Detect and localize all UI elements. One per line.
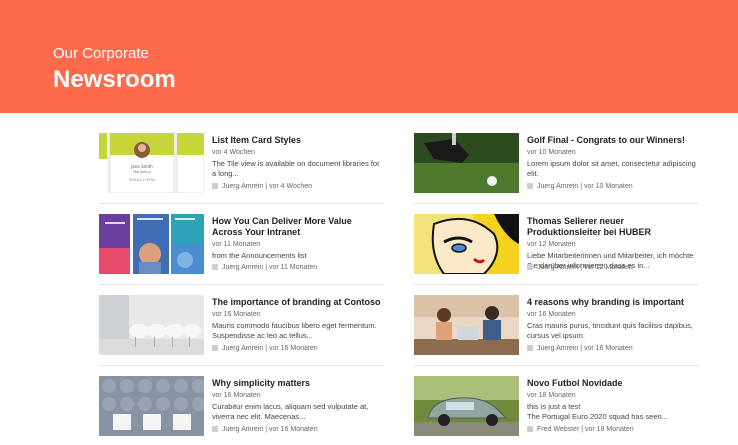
- news-description: Mauris commodo faucibus libero eget ferm…: [212, 321, 377, 340]
- tile-person-name: Jane Smith: [130, 164, 153, 169]
- news-date: vor 16 Monaten: [212, 392, 261, 399]
- branding-chairs-image: [99, 295, 204, 355]
- news-author[interactable]: Juerg Amrein: [537, 183, 578, 190]
- news-title[interactable]: The importance of branding at Contoso: [212, 297, 384, 308]
- news-meta-date: vor 10 Monaten: [583, 183, 633, 190]
- news-meta: Fred Webster | vor 18 Monaten: [527, 425, 634, 434]
- news-meta-date: vor 16 Monaten: [268, 345, 318, 352]
- news-title[interactable]: Novo Futbol Novidade: [527, 378, 699, 389]
- news-author[interactable]: Juerg Amrein: [222, 183, 263, 190]
- news-card[interactable]: 4 reasons why branding is important vor …: [414, 295, 699, 355]
- author-icon: [212, 264, 218, 270]
- news-meta: Juerg Amrein | vor 16 Monaten: [212, 425, 318, 434]
- news-meta: Juerg Amrein | vor 16 Monaten: [212, 344, 318, 353]
- news-description: Cras mauris purus, tincidunt quis facili…: [527, 321, 693, 340]
- news-meta: Juerg Amrein | vor 12 Monaten: [527, 263, 633, 272]
- news-meta-date: vor 4 Wochen: [268, 183, 313, 190]
- news-meta: Juerg Amrein | vor 10 Monaten: [527, 182, 633, 191]
- news-description: Curabitur enim lacus, aliquam sed vulput…: [212, 402, 369, 421]
- vintage-car-image: [414, 376, 519, 436]
- news-meta: Juerg Amrein | vor 4 Wochen: [212, 182, 312, 191]
- news-date: vor 16 Monaten: [212, 311, 261, 318]
- author-icon: [527, 345, 533, 351]
- author-icon: [212, 183, 218, 189]
- news-date: vor 18 Monaten: [527, 392, 576, 399]
- news-card[interactable]: Thomas Sellerer neuer Produktionsleiter …: [414, 214, 699, 274]
- divider: [99, 284, 384, 285]
- news-meta: Juerg Amrein | vor 11 Monaten: [212, 263, 317, 272]
- news-title[interactable]: List Item Card Styles: [212, 135, 384, 146]
- tile-person-phone: 555-01 2 4790: [129, 178, 155, 182]
- divider: [414, 203, 699, 204]
- newsroom-banner: Our Corporate Newsroom: [0, 0, 738, 113]
- news-author[interactable]: Juerg Amrein: [222, 426, 263, 433]
- news-thumbnail[interactable]: Jane Smith Marketing 555-01 2 4790: [99, 133, 204, 193]
- golf-image: [414, 133, 519, 193]
- banner-subtitle: Our Corporate: [53, 45, 149, 62]
- news-date: vor 12 Monaten: [527, 241, 576, 248]
- news-author[interactable]: Fred Webster: [537, 426, 579, 433]
- news-meta-date: vor 12 Monaten: [583, 264, 633, 271]
- news-title[interactable]: Why simplicity matters: [212, 378, 384, 389]
- news-date: vor 16 Monaten: [527, 311, 576, 318]
- news-meta-date: vor 16 Monaten: [268, 426, 318, 433]
- news-title[interactable]: Golf Final - Congrats to our Winners!: [527, 135, 699, 146]
- news-meta-date: vor 16 Monaten: [583, 345, 633, 352]
- news-title[interactable]: How You Can Deliver More Value Across Yo…: [212, 216, 384, 238]
- author-icon: [527, 264, 533, 270]
- divider: [414, 284, 699, 285]
- news-thumbnail[interactable]: [99, 214, 204, 274]
- news-date: vor 11 Monaten: [212, 241, 261, 248]
- news-description: this is just a test The Portugal Euro 20…: [527, 402, 668, 421]
- author-icon: [527, 183, 533, 189]
- news-card[interactable]: Why simplicity matters vor 16 Monaten Cu…: [99, 376, 384, 436]
- intranet-value-image: [99, 214, 204, 274]
- news-meta-date: vor 11 Monaten: [268, 264, 318, 271]
- news-card[interactable]: The importance of branding at Contoso vo…: [99, 295, 384, 355]
- popart-image: [414, 214, 519, 274]
- author-icon: [212, 426, 218, 432]
- news-thumbnail[interactable]: [99, 295, 204, 355]
- divider: [99, 365, 384, 366]
- news-author[interactable]: Juerg Amrein: [537, 264, 578, 271]
- news-date: vor 4 Wochen: [212, 149, 256, 156]
- news-thumbnail[interactable]: [414, 295, 519, 355]
- tile-person-role: Marketing: [133, 170, 150, 174]
- author-icon: [212, 345, 218, 351]
- news-thumbnail[interactable]: [414, 133, 519, 193]
- news-card[interactable]: How You Can Deliver More Value Across Yo…: [99, 214, 384, 274]
- author-icon: [527, 426, 533, 432]
- divider: [99, 203, 384, 204]
- news-description: The Tile view is available on document l…: [212, 159, 380, 178]
- tile-view-image: Jane Smith Marketing 555-01 2 4790: [99, 133, 204, 193]
- news-title[interactable]: 4 reasons why branding is important: [527, 297, 699, 308]
- meeting-image: [414, 295, 519, 355]
- news-thumbnail[interactable]: [414, 214, 519, 274]
- news-meta-date: vor 18 Monaten: [585, 426, 634, 433]
- news-date: vor 10 Monaten: [527, 149, 576, 156]
- banner-title: Newsroom: [53, 66, 176, 93]
- news-card[interactable]: Novo Futbol Novidade vor 18 Monaten this…: [414, 376, 699, 436]
- simplicity-image: [99, 376, 204, 436]
- news-card[interactable]: Golf Final - Congrats to our Winners! vo…: [414, 133, 699, 193]
- news-author[interactable]: Juerg Amrein: [537, 345, 578, 352]
- news-description: from the Announcements list: [212, 251, 307, 260]
- news-description: Lorem ipsum dolor sit amet, consectetur …: [527, 159, 696, 178]
- news-author[interactable]: Juerg Amrein: [222, 345, 263, 352]
- news-thumbnail[interactable]: [99, 376, 204, 436]
- news-card[interactable]: Jane Smith Marketing 555-01 2 4790 List …: [99, 133, 384, 193]
- news-author[interactable]: Juerg Amrein: [222, 264, 263, 271]
- news-title[interactable]: Thomas Sellerer neuer Produktionsleiter …: [527, 216, 699, 238]
- divider: [414, 365, 699, 366]
- news-meta: Juerg Amrein | vor 16 Monaten: [527, 344, 633, 353]
- news-thumbnail[interactable]: [414, 376, 519, 436]
